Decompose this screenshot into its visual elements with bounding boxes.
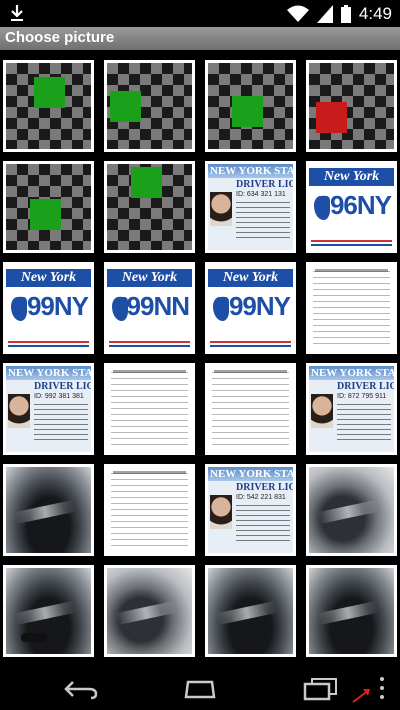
status-bar: 4:49	[0, 0, 400, 27]
plate-stripe	[8, 341, 89, 343]
picture-thumbnail-test-green[interactable]	[104, 161, 195, 253]
car-highlight	[316, 499, 378, 524]
license-header: NEW YORK STA	[208, 164, 293, 178]
action-bar: Choose picture	[0, 27, 400, 50]
car-highlight	[13, 600, 75, 625]
plate-state: New York	[208, 269, 293, 287]
picture-thumbnail-test-green[interactable]	[3, 161, 94, 253]
green-square	[110, 91, 141, 122]
picture-thumbnail-plate[interactable]: New York 996NY	[306, 161, 397, 253]
picture-thumbnail-document[interactable]	[306, 262, 397, 354]
picture-thumbnail-plate[interactable]: New York 999NN	[104, 262, 195, 354]
license-photo	[210, 192, 232, 226]
picture-thumbnail-document[interactable]	[104, 464, 195, 556]
license-subtitle: DRIVER LIC	[337, 381, 394, 392]
signal-icon	[316, 5, 333, 23]
document-text-lines	[111, 473, 188, 547]
car-highlight	[316, 600, 378, 625]
license-photo	[8, 394, 30, 428]
picture-thumbnail-test-red[interactable]	[306, 60, 397, 152]
picture-thumbnail-car[interactable]	[205, 565, 296, 657]
plate-state: New York	[107, 269, 192, 287]
picture-thumbnail-car[interactable]	[306, 565, 397, 657]
picture-thumbnail-document[interactable]	[104, 363, 195, 455]
battery-icon	[340, 5, 351, 23]
back-icon	[64, 681, 98, 700]
plate-state: New York	[309, 168, 394, 186]
page-title: Choose picture	[5, 29, 115, 46]
picture-thumbnail-license[interactable]: NEW YORK STA DRIVER LIC ID: 542 221 831	[205, 464, 296, 556]
plate-stripe	[210, 341, 291, 343]
license-photo	[210, 495, 232, 529]
picture-thumbnail-document[interactable]	[205, 363, 296, 455]
license-id: ID: 872 795 911	[337, 393, 387, 400]
car-grille	[21, 633, 47, 642]
license-text-lines	[236, 202, 290, 242]
license-text-lines	[236, 505, 290, 545]
plate-stripe	[109, 341, 190, 343]
license-id: ID: 634 321 131	[236, 191, 286, 198]
clock: 4:49	[358, 4, 392, 23]
license-id: ID: 542 221 831	[236, 494, 286, 501]
plate-number: 996NY	[316, 190, 393, 220]
wifi-icon	[286, 5, 309, 22]
license-header: NEW YORK STA	[309, 366, 394, 380]
license-subtitle: DRIVER LIC	[236, 482, 293, 493]
document-text-lines	[313, 271, 390, 345]
recent-apps-button[interactable]	[296, 672, 344, 706]
green-square	[34, 77, 65, 108]
green-square	[232, 96, 263, 127]
download-icon	[11, 5, 23, 21]
navigation-bar	[0, 668, 400, 710]
overflow-menu-button[interactable]	[346, 672, 396, 706]
license-photo	[311, 394, 333, 428]
picture-thumbnail-license[interactable]: NEW YORK STA DRIVER LIC ID: 634 321 131	[205, 161, 296, 253]
picture-thumbnail-license[interactable]: NEW YORK STA DRIVER LIC ID: 992 381 381	[3, 363, 94, 455]
overflow-menu-icon	[352, 677, 384, 703]
license-subtitle: DRIVER LIC	[236, 179, 293, 190]
plate-stripe	[311, 244, 392, 246]
document-text-lines	[111, 372, 188, 446]
document-text-lines	[212, 372, 289, 446]
picture-thumbnail-test-green[interactable]	[104, 60, 195, 152]
car-highlight	[13, 499, 75, 524]
plate-stripe	[210, 345, 291, 347]
plate-state: New York	[6, 269, 91, 287]
plate-number: 699NY	[215, 291, 292, 321]
plate-stripe	[109, 345, 190, 347]
picture-thumbnail-test-green[interactable]	[205, 60, 296, 152]
picture-grid: NEW YORK STA DRIVER LIC ID: 634 321 131 …	[0, 52, 400, 668]
picture-thumbnail-car[interactable]	[3, 565, 94, 657]
license-subtitle: DRIVER LIC	[34, 381, 91, 392]
picture-thumbnail-test-green[interactable]	[3, 60, 94, 152]
car-highlight	[114, 600, 176, 625]
car-highlight	[215, 600, 277, 625]
plate-stripe	[311, 240, 392, 242]
license-text-lines	[34, 404, 88, 444]
picture-thumbnail-car[interactable]	[104, 565, 195, 657]
picture-thumbnail-license[interactable]: NEW YORK STA DRIVER LIC ID: 872 795 911	[306, 363, 397, 455]
green-square	[131, 167, 162, 198]
picture-thumbnail-car[interactable]	[306, 464, 397, 556]
plate-number: 999NN	[113, 291, 190, 321]
recent-apps-icon	[303, 678, 337, 701]
license-header: NEW YORK STA	[6, 366, 91, 380]
home-icon	[184, 680, 216, 699]
license-header: NEW YORK STA	[208, 467, 293, 481]
license-id: ID: 992 381 381	[34, 393, 84, 400]
red-square	[316, 102, 347, 133]
home-button[interactable]	[176, 672, 224, 706]
plate-stripe	[8, 345, 89, 347]
license-text-lines	[337, 404, 391, 444]
picture-thumbnail-car[interactable]	[3, 464, 94, 556]
plate-number: 999NY	[13, 291, 90, 321]
green-square	[30, 199, 61, 230]
picture-thumbnail-plate[interactable]: New York 699NY	[205, 262, 296, 354]
back-button[interactable]	[58, 672, 104, 706]
picture-thumbnail-plate[interactable]: New York 999NY	[3, 262, 94, 354]
